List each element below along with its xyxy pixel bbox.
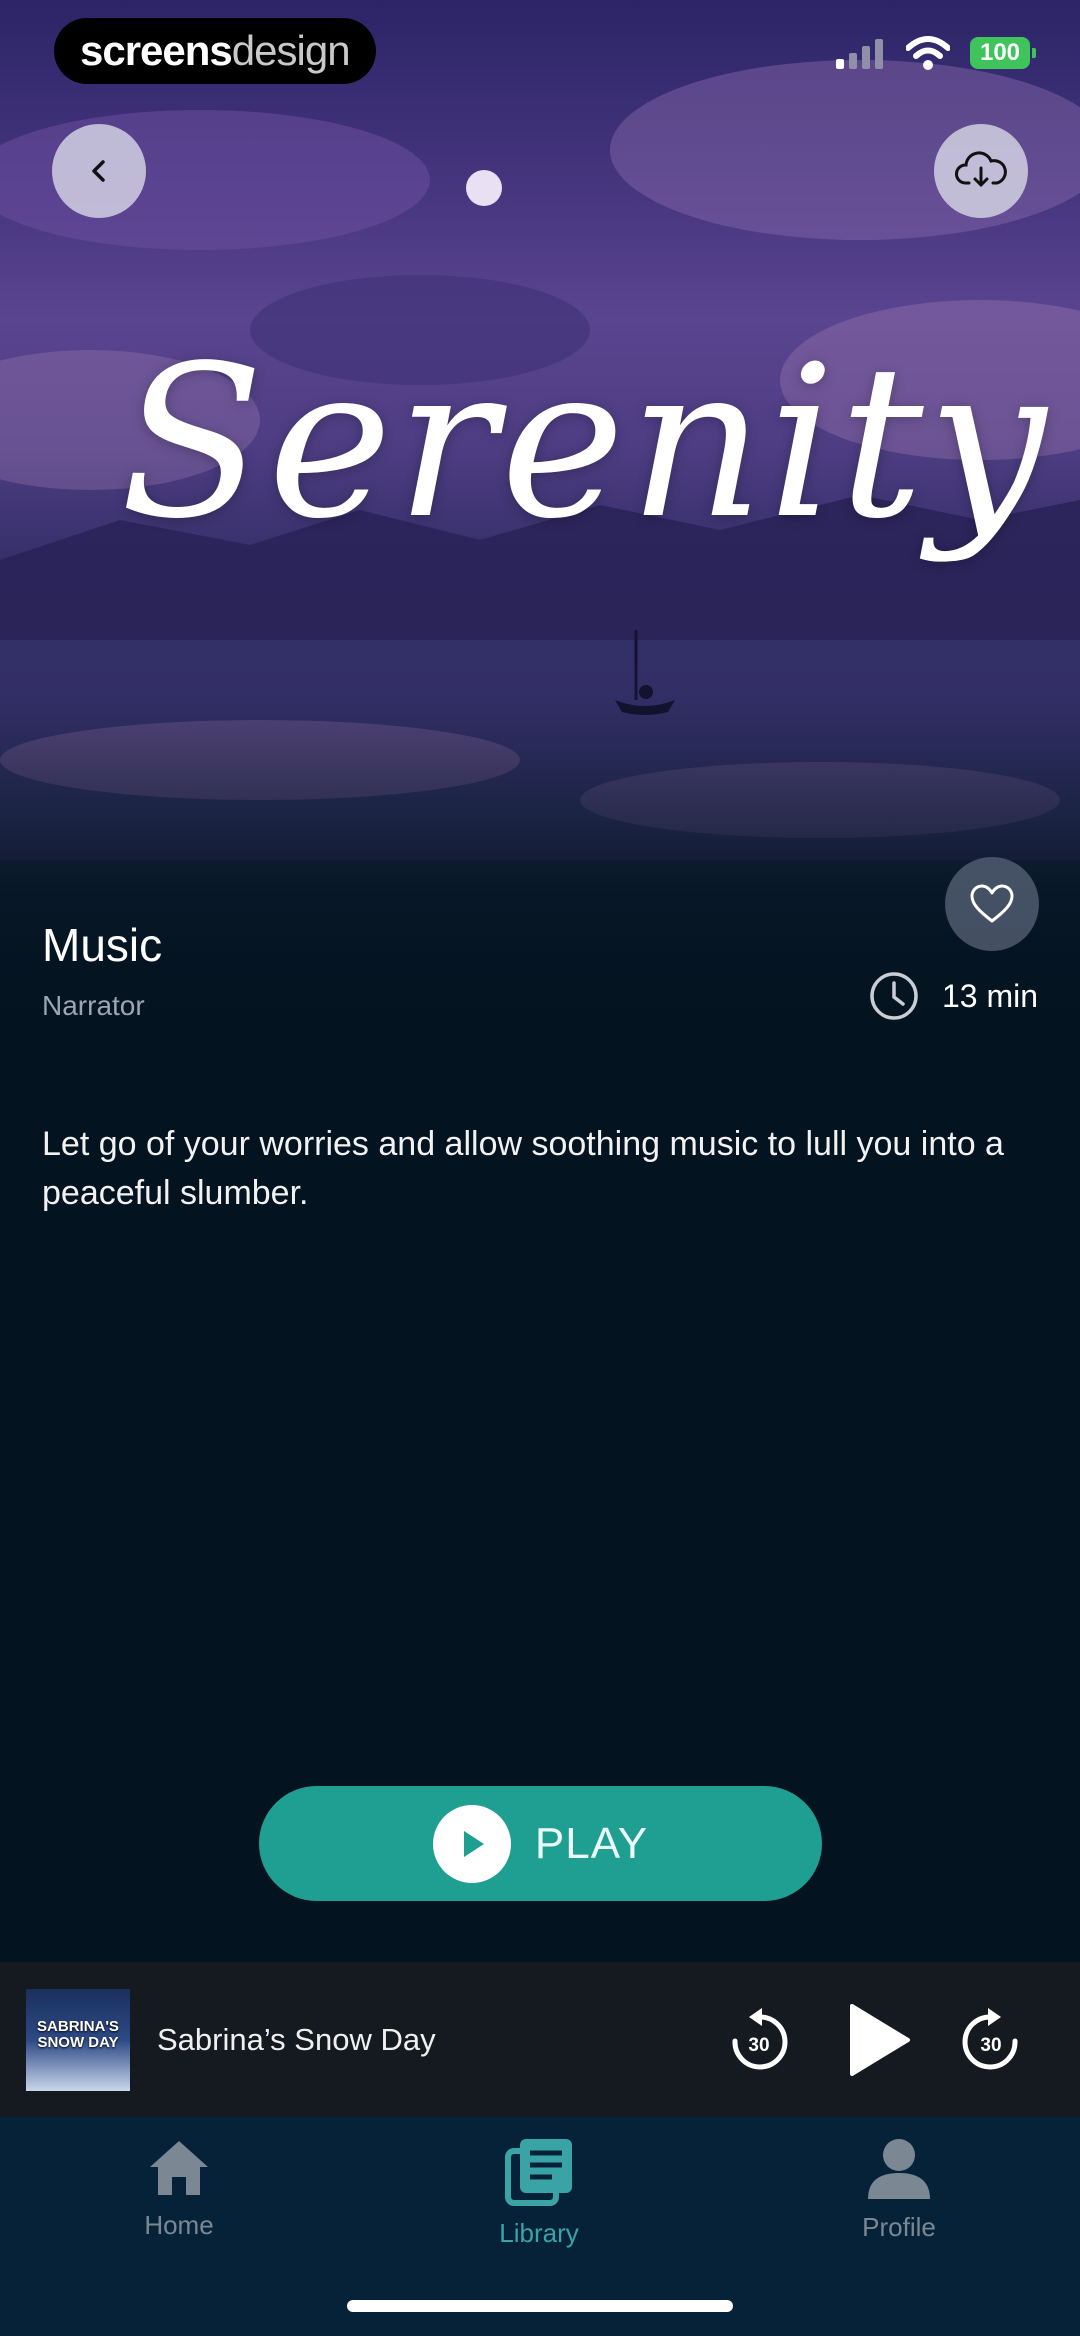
mini-player[interactable]: SABRINA'S SNOW DAY Sabrina’s Snow Day 30…: [0, 1962, 1080, 2117]
hero-title: Serenity: [120, 320, 1051, 565]
description: Let go of your worries and allow soothin…: [42, 1125, 1004, 1212]
tab-profile-label: Profile: [862, 2212, 936, 2242]
mini-player-artwork-text: SABRINA'S SNOW DAY: [37, 2018, 119, 2051]
mini-play-button[interactable]: [846, 2002, 912, 2078]
mini-player-artwork: SABRINA'S SNOW DAY: [26, 1989, 130, 2091]
tab-profile[interactable]: Profile: [799, 2137, 999, 2243]
forward-30-button[interactable]: 30: [958, 2005, 1024, 2075]
duration: 13 min: [868, 970, 1038, 1022]
battery-indicator: 100: [970, 37, 1036, 69]
tab-library[interactable]: Library: [439, 2137, 639, 2249]
item-subtitle: Narrator: [42, 990, 145, 1021]
clock-icon: [870, 972, 918, 1020]
favorite-button[interactable]: [945, 857, 1039, 951]
wifi-icon: [906, 36, 950, 70]
heart-icon: [970, 884, 1014, 923]
tab-library-label: Library: [499, 2218, 579, 2248]
brand-badge: screens design: [54, 18, 376, 84]
profile-icon: [868, 2139, 930, 2199]
hero-artwork: Serenity: [0, 0, 1080, 1060]
play-button[interactable]: PLAY: [259, 1786, 822, 1901]
tab-home-label: Home: [144, 2210, 214, 2240]
brand-part-2: design: [231, 27, 351, 74]
home-icon: [150, 2141, 208, 2195]
library-icon: [505, 2139, 572, 2206]
mini-player-title: Sabrina’s Snow Day: [157, 2022, 436, 2057]
play-icon: [432, 1804, 511, 1883]
brand-part-1: screens: [80, 27, 233, 74]
rewind-30-button[interactable]: 30: [726, 2005, 792, 2075]
item-title: Music: [42, 919, 163, 971]
chevron-left-icon: [92, 160, 105, 182]
rewind-seconds-label: 30: [748, 2035, 769, 2056]
forward-seconds-label: 30: [980, 2035, 1001, 2056]
download-button[interactable]: [934, 124, 1028, 218]
tab-home[interactable]: Home: [79, 2137, 279, 2241]
play-button-label: PLAY: [534, 1818, 649, 1868]
cellular-signal-icon: [836, 39, 883, 69]
home-indicator: [347, 2300, 733, 2312]
back-button[interactable]: [52, 124, 146, 218]
cloud-download-icon: [955, 151, 1007, 187]
status-bar: 100: [836, 36, 1036, 70]
duration-label: 13 min: [941, 977, 1038, 1014]
